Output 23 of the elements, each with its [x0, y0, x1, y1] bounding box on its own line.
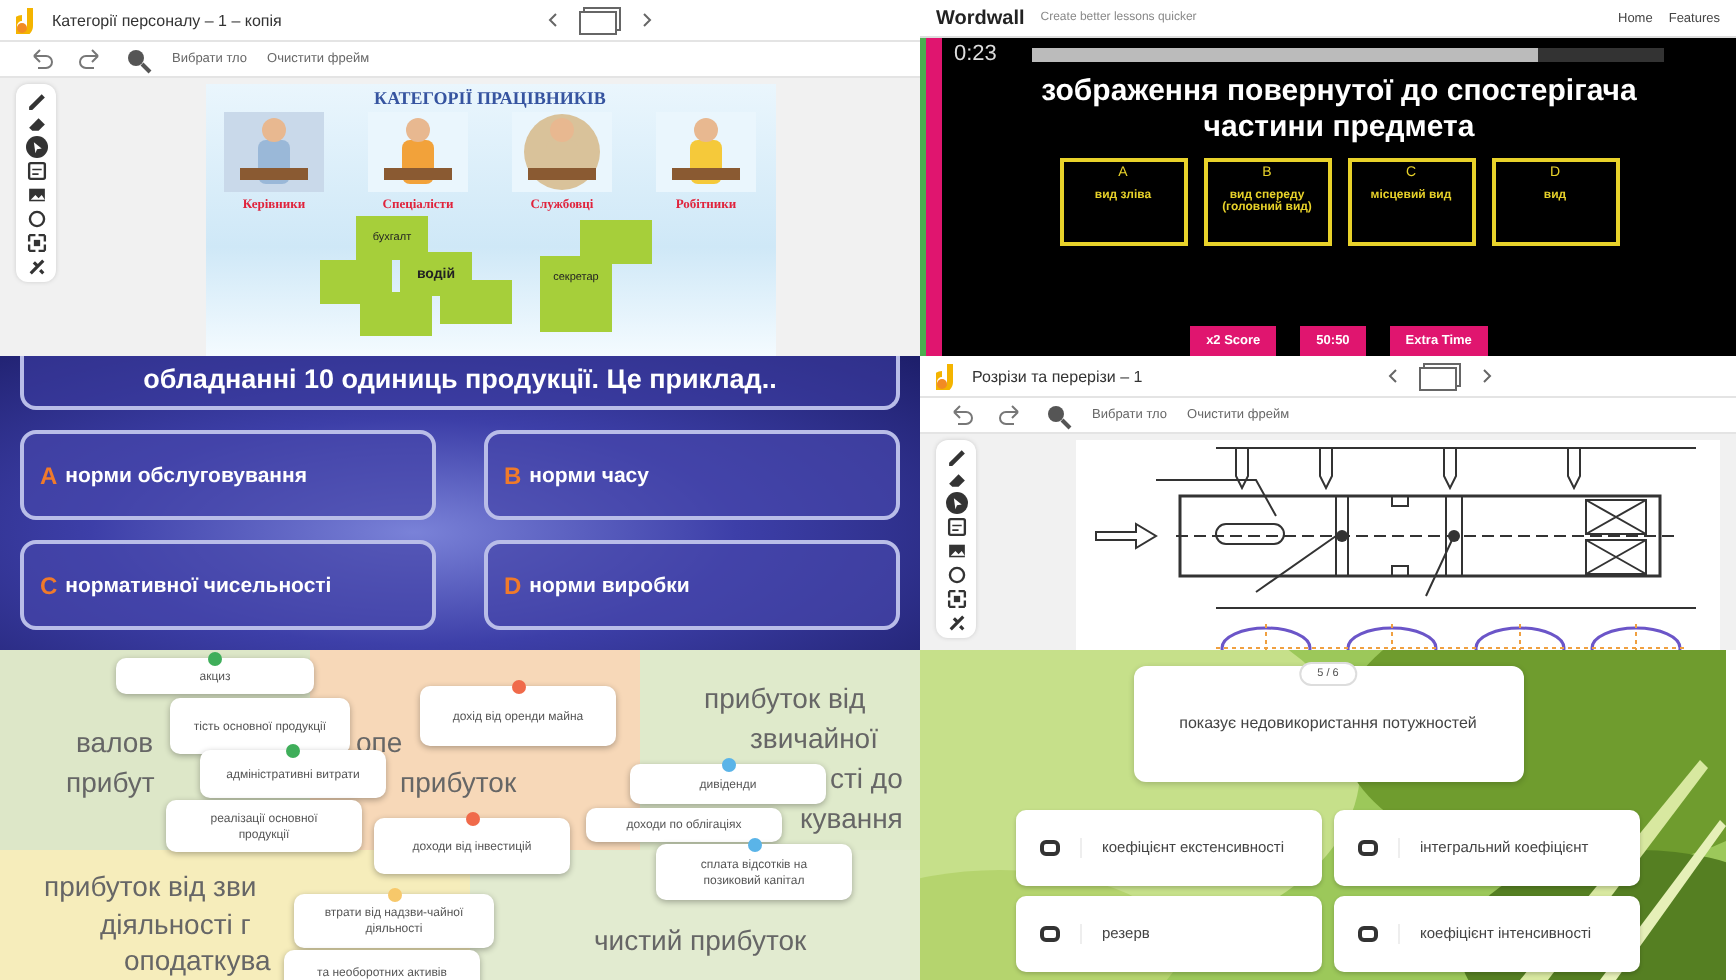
answer-option[interactable]: D норми виробки [484, 540, 900, 630]
brand-logo[interactable]: Wordwall [936, 7, 1025, 29]
category-label: кування [800, 802, 903, 834]
question-box: обладнанні 10 одиниць продукції. Це приклад.. [20, 356, 900, 410]
category-label: оподаткува [124, 944, 271, 976]
category-label: прибуток [400, 766, 517, 798]
board-title: Розрізи та перерізи – 1 [972, 367, 1143, 385]
category-label: валов [76, 726, 154, 758]
category-label: діяльності г [100, 908, 251, 940]
answer-option[interactable]: C нормативної чисельності [20, 540, 436, 630]
category-label: звичайної [750, 722, 878, 754]
category-label: сті до [830, 762, 903, 794]
board-title: Категорії персоналу – 1 – копія [52, 11, 282, 29]
timer: 0:23 [954, 42, 997, 66]
question-text: зображення повернутої до спостерігача частини предмета [1039, 74, 1639, 146]
category-label: прибут [66, 766, 155, 798]
category-label: прибуток від зви [44, 870, 257, 902]
category-label: чистий прибуток [594, 924, 807, 956]
slide-heading: КАТЕГОРІЇ ПРАЦІВНИКІВ [374, 88, 606, 108]
question-text: показує недовикористання потужностей [1178, 713, 1478, 735]
answer-option[interactable]: B норми часу [484, 430, 900, 520]
answer-option[interactable]: A норми обслуговування [20, 430, 436, 520]
category-label: прибуток від [704, 682, 866, 714]
